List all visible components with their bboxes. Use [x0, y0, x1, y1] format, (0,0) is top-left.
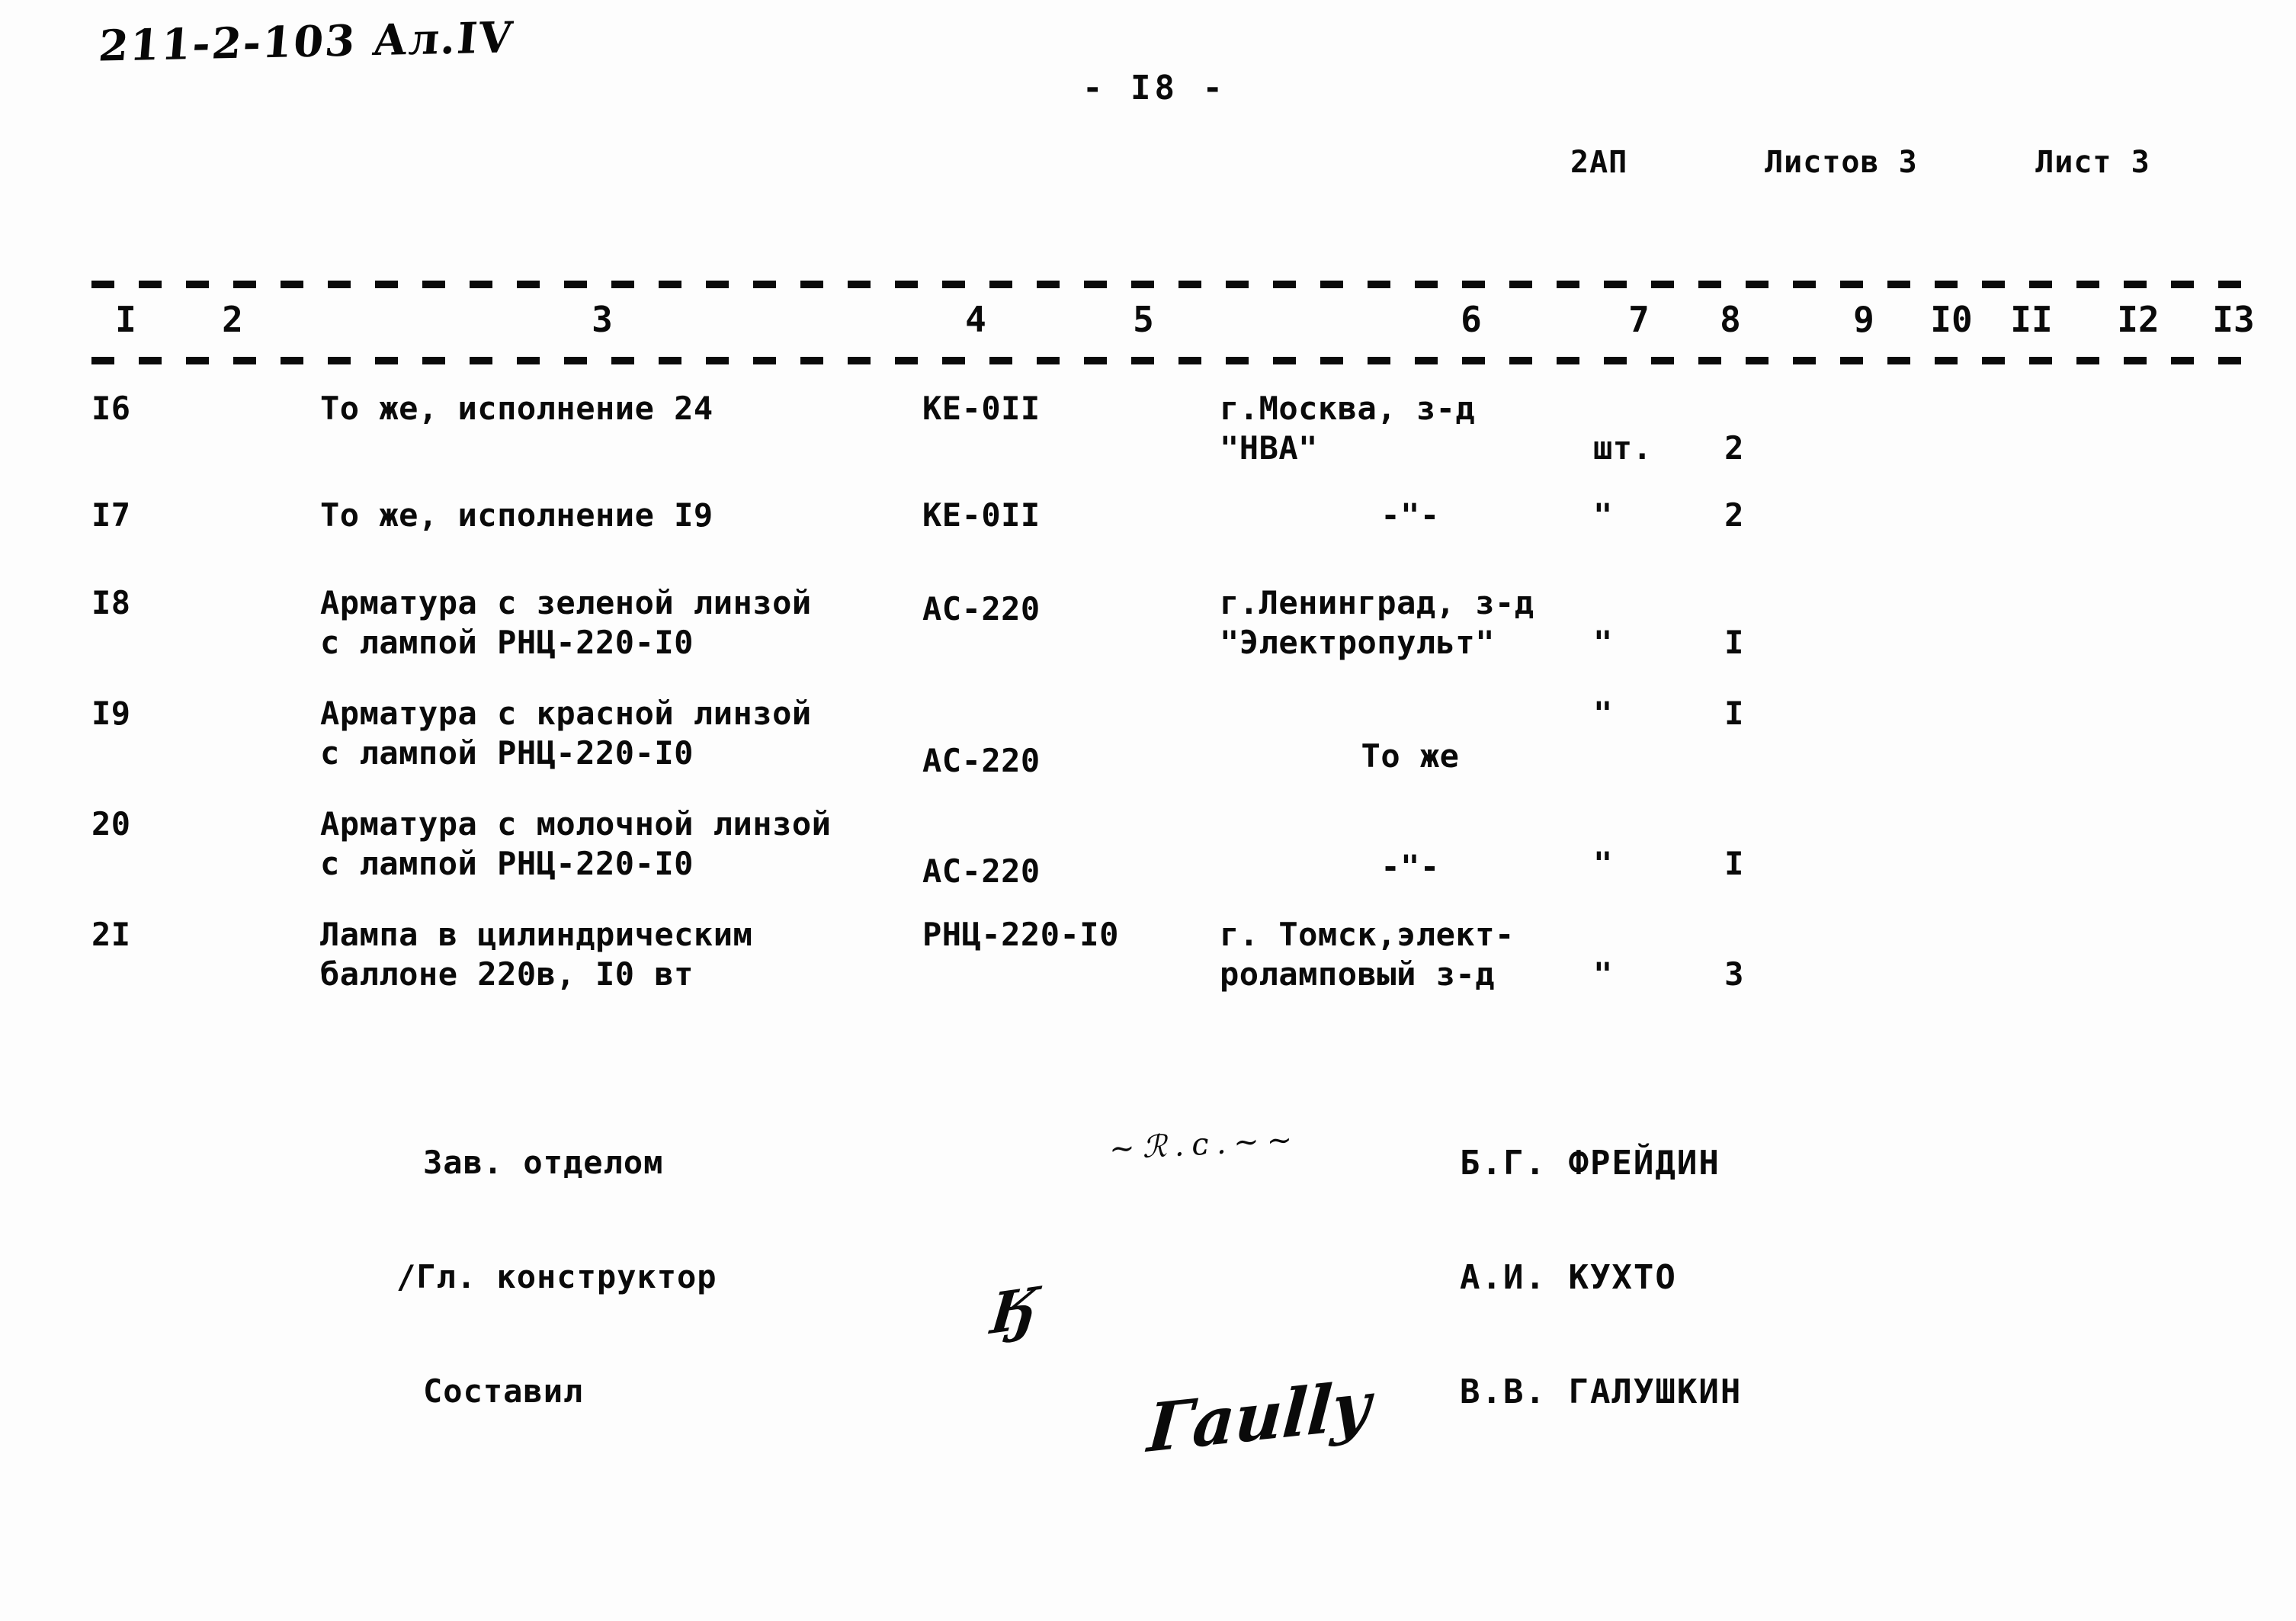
cell-item-number: I9	[91, 695, 131, 732]
cell-item-number: 2I	[91, 916, 131, 953]
cell-quantity: I	[1724, 695, 1744, 732]
cell-item-type: КЕ-0II	[922, 496, 1041, 534]
signature-row: /Гл. конструктор Ӄ А.И. КУХТО	[0, 1258, 2296, 1372]
column-number-12: I2	[2117, 299, 2160, 340]
cell-item-number: I6	[91, 390, 131, 427]
column-number-13: I3	[2212, 299, 2255, 340]
cell-item-number: I7	[91, 496, 131, 534]
cell-item-number: I8	[91, 584, 131, 621]
cell-item-type: КЕ-0II	[922, 390, 1041, 427]
cell-item-name: Лампа в цилиндрическим баллоне 220в, I0 …	[320, 916, 753, 993]
cell-unit: "	[1593, 624, 1613, 661]
handwritten-signature: Гаиllу	[1145, 1366, 1374, 1469]
cell-manufacturer: То же	[1361, 737, 1460, 775]
cell-unit: "	[1593, 845, 1613, 882]
table-row: I7 То же, исполнение I9 КЕ-0II -"- " 2	[0, 496, 2296, 583]
column-number-3: 3	[592, 299, 613, 340]
cell-item-name: Арматура с молочной линзой с лампой РНЦ-…	[320, 805, 832, 882]
column-number-5: 5	[1133, 299, 1154, 340]
table-column-numbers: I 2 3 4 5 6 7 8 9 I0 II I2 I3	[0, 299, 2296, 352]
cell-unit: "	[1593, 496, 1613, 534]
cell-manufacturer: -"-	[1380, 848, 1440, 885]
table-row: I8 Арматура с зеленой линзой с лампой РНЦ…	[0, 583, 2296, 694]
signature-name: А.И. КУХТО	[1460, 1258, 1677, 1297]
signature-row: Зав. отделом ~ℛ.ᴄ.~~ Б.Г. ФРЕЙДИН	[0, 1122, 2296, 1258]
cell-item-type: АС-220	[922, 742, 1041, 779]
column-number-8: 8	[1720, 299, 1741, 340]
sheet-current: Лист 3	[2035, 145, 2150, 180]
cell-item-number: 20	[91, 805, 131, 843]
sheet-header: 2АП Листов 3 Лист 3	[1570, 145, 2256, 180]
column-number-11: II	[2010, 299, 2053, 340]
table-row: 20 Арматура с молочной линзой с лампой РН…	[0, 804, 2296, 915]
column-number-6: 6	[1461, 299, 1482, 340]
cell-item-name: То же, исполнение 24	[320, 390, 713, 427]
sheet-mark: 2АП	[1570, 145, 1628, 180]
column-number-10: I0	[1930, 299, 1973, 340]
cell-unit: шт.	[1593, 429, 1653, 467]
page-number: - I8 -	[1082, 69, 1227, 108]
handwritten-signature: Ӄ	[987, 1273, 1042, 1347]
cell-unit: "	[1593, 955, 1613, 993]
cell-item-name: То же, исполнение I9	[320, 496, 713, 534]
cell-quantity: 2	[1724, 496, 1744, 534]
signature-name: Б.Г. ФРЕЙДИН	[1460, 1144, 1720, 1183]
cell-item-type: АС-220	[922, 852, 1041, 890]
table-rule-top	[91, 281, 2249, 288]
signature-block: Зав. отделом ~ℛ.ᴄ.~~ Б.Г. ФРЕЙДИН/Гл. конс…	[0, 1122, 2296, 1487]
cell-item-name: Арматура с зеленой линзой с лампой РНЦ-2…	[320, 584, 812, 661]
cell-unit: "	[1593, 695, 1613, 732]
signature-name: В.В. ГАЛУШКИН	[1460, 1372, 1743, 1411]
table-row: I9 Арматура с красной линзой с лампой РНЦ…	[0, 694, 2296, 804]
cell-quantity: I	[1724, 845, 1744, 882]
cell-item-name: Арматура с красной линзой с лампой РНЦ-2…	[320, 695, 812, 772]
signature-role: Зав. отделом	[423, 1144, 664, 1181]
handwritten-signature: ~ℛ.ᴄ.~~	[1108, 1122, 1301, 1167]
table-row: I6 То же, исполнение 24 КЕ-0II г.Москва, з-…	[0, 389, 2296, 496]
signature-role: /Гл. конструктор	[396, 1258, 717, 1295]
column-number-4: 4	[965, 299, 986, 340]
column-number-2: 2	[222, 299, 243, 340]
column-number-9: 9	[1853, 299, 1874, 340]
table-row: 2I Лампа в цилиндрическим баллоне 220в, I…	[0, 915, 2296, 1037]
signature-role: Составил	[423, 1372, 584, 1410]
cell-quantity: 2	[1724, 429, 1744, 467]
column-number-1: I	[115, 299, 136, 340]
cell-item-type: РНЦ-220-I0	[922, 916, 1119, 953]
cell-item-type: АС-220	[922, 590, 1041, 628]
scanned-document-page: 211-2-103 Ал.IV - I8 - 2АП Листов 3 Лист…	[0, 0, 2296, 1621]
specification-table: I6 То же, исполнение 24 КЕ-0II г.Москва, з-…	[0, 389, 2296, 1037]
signature-row: Составил Гаиllу В.В. ГАЛУШКИН	[0, 1366, 2296, 1487]
cell-quantity: I	[1724, 624, 1744, 661]
handwritten-project-code: 211-2-103 Ал.IV	[96, 12, 516, 72]
sheets-total: Листов 3	[1765, 145, 1918, 180]
column-number-7: 7	[1628, 299, 1650, 340]
cell-manufacturer: -"-	[1380, 496, 1440, 534]
table-rule-bottom	[91, 357, 2249, 364]
cell-quantity: 3	[1724, 955, 1744, 993]
